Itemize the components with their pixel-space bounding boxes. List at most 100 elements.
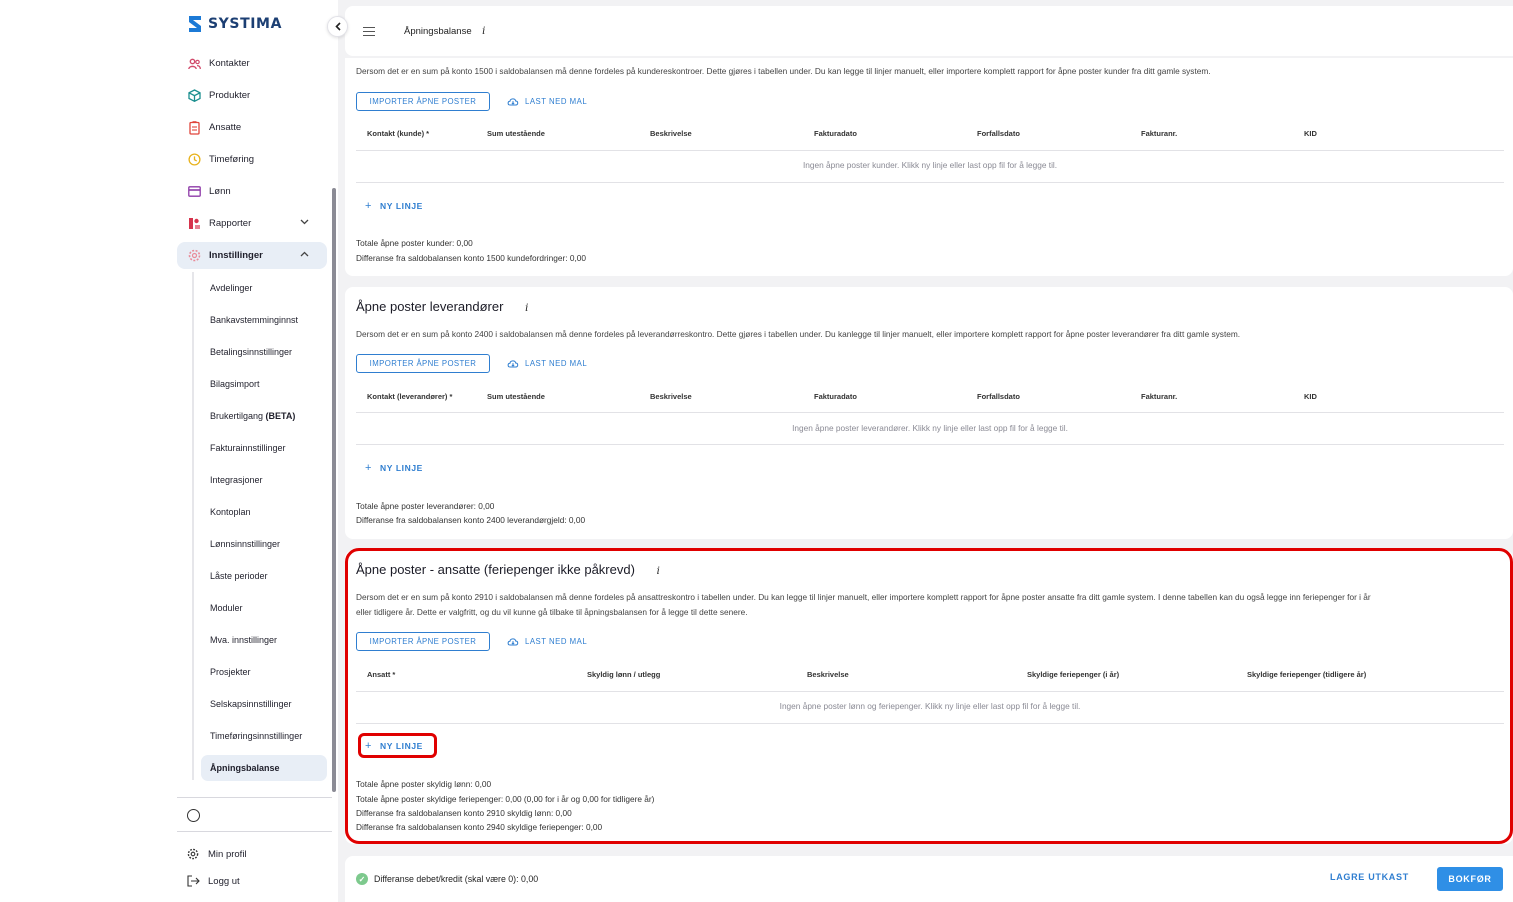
table-divider	[356, 444, 1504, 445]
cloud-download-icon	[507, 360, 519, 368]
add-line-label: NY LINJE	[380, 200, 423, 211]
sidebar-subitem-label: Moduler	[210, 603, 243, 613]
download-template-leverandorer-button[interactable]: LAST NED MAL	[507, 354, 587, 373]
sidebar-subitem-fakturainnstillinger[interactable]: Fakturainnstillinger	[201, 435, 327, 461]
column-header: Beskrivelse	[650, 392, 692, 401]
sidebar-subitem-integrasjoner[interactable]: Integrasjoner	[201, 467, 327, 493]
sidebar-subitem-label: Lønnsinnstillinger	[210, 539, 281, 549]
sidebar-subitem-label: Selskapsinnstillinger	[210, 699, 292, 709]
sidebar-subitem-kontoplan[interactable]: Kontoplan	[201, 499, 327, 525]
sidebar-item-label: Innstillinger	[209, 250, 263, 261]
systima-logo-text: SYSTIMA	[208, 16, 283, 32]
sidebar-subitem-label: Timeføringsinnstillinger	[210, 731, 303, 741]
logg-ut-link[interactable]: Logg ut	[177, 870, 240, 892]
settings-gear-icon	[186, 848, 200, 860]
sidebar-subitem-mva-innstillinger[interactable]: Mva. innstillinger	[201, 627, 327, 653]
cloud-download-icon	[507, 98, 519, 106]
action-bar: ✓ Differanse debet/kredit (skal være 0):…	[345, 856, 1513, 902]
sidebar-subitem-selskapsinnstillinger[interactable]: Selskapsinnstillinger	[201, 691, 327, 717]
import-kunder-button[interactable]: IMPORTER ÅPNE POSTER	[356, 92, 490, 111]
min-profil-label: Min profil	[208, 848, 247, 860]
column-header: KID	[1304, 129, 1317, 138]
balance-status-text: Differanse debet/kredit (skal være 0): 0…	[374, 874, 539, 884]
column-header: KID	[1304, 392, 1317, 401]
page-title-text: Åpningsbalanse	[404, 26, 472, 37]
sidebar-item-label: Lønn	[209, 186, 231, 197]
sidebar-item-lonn[interactable]: Lønn	[177, 178, 327, 205]
info-icon[interactable]: i	[525, 303, 528, 314]
leverandorer-total: Totale åpne poster leverandører: 0,00	[356, 501, 495, 511]
column-header: Kontakt (leverandører) *	[367, 392, 453, 401]
kunder-description: Dersom det er en sum på konto 1500 i sal…	[356, 67, 1211, 76]
leverandorer-description: Dersom det er en sum på konto 2400 i sal…	[356, 329, 1241, 339]
chart-icon	[187, 217, 201, 231]
sidebar-subitem-betalingsinnstillinger[interactable]: Betalingsinnstillinger	[201, 339, 327, 365]
add-line-leverandorer-button[interactable]: + NY LINJE	[356, 458, 436, 477]
sidebar-subitem-label: Åpningsbalanse	[210, 763, 280, 773]
top-bar: Åpningsbalanse i	[345, 6, 1513, 56]
empty-state-kunder: Ingen åpne poster kunder. Klikk ny linje…	[802, 160, 1058, 170]
info-icon[interactable]: i	[482, 26, 485, 37]
users-icon	[187, 57, 201, 71]
kunder-diff: Differanse fra saldobalansen konto 1500 …	[356, 253, 587, 263]
leverandorer-diff: Differanse fra saldobalansen konto 2400 …	[356, 515, 586, 525]
logg-ut-label: Logg ut	[208, 875, 240, 887]
plus-icon: +	[365, 461, 373, 474]
collapse-sidebar-button[interactable]	[327, 16, 348, 37]
download-template-label: LAST NED MAL	[525, 97, 588, 106]
leverandorer-title-text: Åpne poster leverandører	[356, 299, 504, 314]
sidebar-scrollbar[interactable]	[332, 188, 336, 792]
table-divider	[356, 412, 1504, 413]
column-header: Fakturadato	[814, 129, 857, 138]
sidebar-subitem-label: Brukertilgang	[210, 411, 264, 421]
sidebar: SYSTIMA Kontakter Produkter Ansatte Time…	[0, 0, 338, 902]
column-header: Sum utestående	[487, 129, 545, 138]
sidebar-subitem-timeforingsinnstillinger[interactable]: Timeføringsinnstillinger	[201, 723, 327, 749]
sidebar-subitem-apningsbalanse[interactable]: Åpningsbalanse	[201, 755, 327, 781]
sidebar-item-timeforing[interactable]: Timeføring	[177, 146, 327, 173]
page-title: Åpningsbalanse i	[404, 26, 485, 37]
import-leverandorer-button[interactable]: IMPORTER ÅPNE POSTER	[356, 354, 490, 373]
chevron-up-icon	[300, 249, 309, 260]
column-header: Forfallsdato	[977, 129, 1020, 138]
sidebar-item-label: Kontakter	[209, 58, 250, 69]
download-template-kunder-button[interactable]: LAST NED MAL	[507, 92, 587, 111]
table-divider	[356, 182, 1504, 183]
save-draft-button[interactable]: LAGRE UTKAST	[1330, 872, 1409, 882]
column-header: Sum utestående	[487, 392, 545, 401]
add-line-kunder-button[interactable]: + NY LINJE	[356, 196, 436, 215]
sidebar-subitem-label: Fakturainnstillinger	[210, 443, 286, 453]
min-profil-link[interactable]: Min profil	[177, 843, 247, 865]
sidebar-subitem-avdelinger[interactable]: Avdelinger	[201, 275, 327, 301]
sidebar-subitem-label: Bilagsimport	[210, 379, 260, 389]
column-header: Fakturadato	[814, 392, 857, 401]
sidebar-subitem-moduler[interactable]: Moduler	[201, 595, 327, 621]
sidebar-item-innstillinger[interactable]: Innstillinger	[177, 242, 327, 269]
sidebar-subitem-brukertilgang[interactable]: Brukertilgang (BETA)	[201, 403, 327, 429]
sidebar-subitem-laste-perioder[interactable]: Låste perioder	[201, 563, 327, 589]
submenu-rail	[192, 272, 194, 780]
systima-logo[interactable]: SYSTIMA	[186, 14, 282, 34]
post-button[interactable]: BOKFØR	[1437, 867, 1503, 891]
sidebar-item-kontakter[interactable]: Kontakter	[177, 50, 327, 77]
plus-icon: +	[365, 199, 373, 212]
menu-icon[interactable]	[363, 27, 375, 37]
sidebar-subitem-bankavstemming[interactable]: Bankavstemminginnst	[201, 307, 327, 333]
card-apne-poster-leverandorer: Åpne poster leverandører i Dersom det er…	[345, 287, 1513, 539]
user-circle-icon[interactable]	[187, 809, 200, 822]
add-line-label: NY LINJE	[380, 462, 423, 473]
sidebar-subitem-label: Avdelinger	[210, 283, 253, 293]
column-header: Forfallsdato	[977, 392, 1020, 401]
highlight-annotation-section	[345, 548, 1513, 844]
download-template-label: LAST NED MAL	[525, 359, 588, 368]
sidebar-subitem-label: Kontoplan	[210, 507, 251, 517]
chevron-down-icon	[300, 217, 309, 228]
sidebar-item-ansatte[interactable]: Ansatte	[177, 114, 327, 141]
systima-logo-icon	[189, 16, 201, 32]
sidebar-subitem-lonnsinnstillinger[interactable]: Lønnsinnstillinger	[201, 531, 327, 557]
sidebar-subitem-prosjekter[interactable]: Prosjekter	[201, 659, 327, 685]
sidebar-item-produkter[interactable]: Produkter	[177, 82, 327, 109]
sidebar-subitem-bilagsimport[interactable]: Bilagsimport	[201, 371, 327, 397]
sidebar-item-rapporter[interactable]: Rapporter	[177, 210, 327, 237]
sidebar-item-label: Timeføring	[209, 154, 255, 165]
